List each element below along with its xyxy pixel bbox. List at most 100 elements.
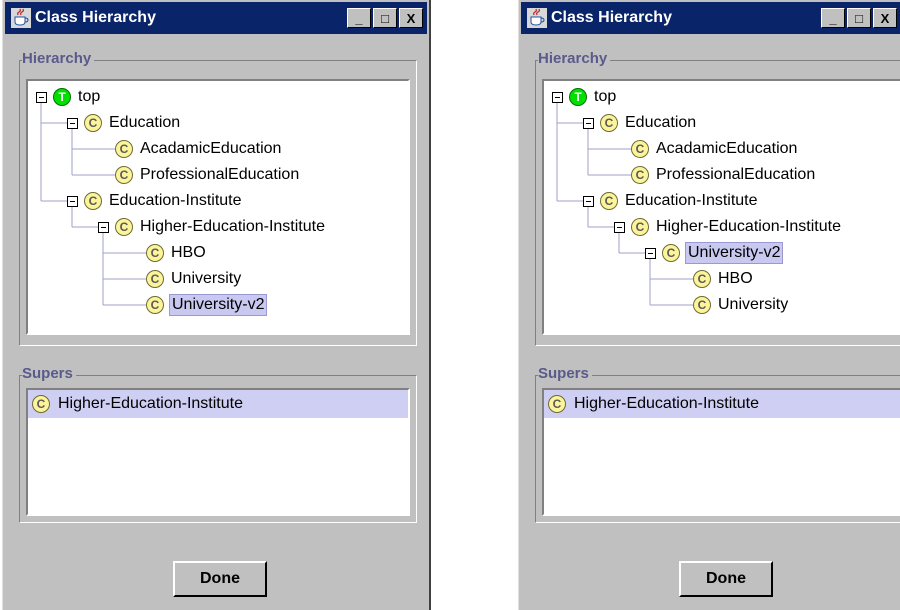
tree-node[interactable]: C University-v2 [645,241,784,265]
maximize-icon: □ [855,10,863,26]
tree-node-label: University [171,270,242,287]
tree-node[interactable]: C University-v2 [146,293,268,317]
tree-node-label: Education [625,114,697,131]
tree-node-label: ProfessionalEducation [656,166,816,183]
done-button[interactable]: Done [173,561,267,597]
minimize-button[interactable]: _ [347,8,371,28]
tree-node-label: HBO [171,244,206,261]
tree-node[interactable]: C Education-Institute [583,189,760,213]
tree-collapse-icon[interactable] [67,117,78,129]
class-c-icon: C [115,140,133,158]
hierarchy-group: Hierarchy Ttop C Education C AcadamicEducati… [535,50,900,346]
class-c-icon: C [631,166,649,184]
tree-node-label: Education [109,114,181,131]
tree-collapse-icon[interactable] [583,195,594,207]
class-c-icon: C [84,114,102,132]
tree-collapse-icon[interactable] [98,221,109,233]
tree-node-label: ProfessionalEducation [140,166,300,183]
tree-collapse-icon[interactable] [583,117,594,129]
tree-node[interactable]: C ProfessionalEducation [115,163,301,187]
tree-node[interactable]: C AcadamicEducation [631,137,799,161]
tree-node-label: AcadamicEducation [140,140,282,157]
tree-collapse-icon[interactable] [552,91,563,103]
tree-node[interactable]: C HBO [146,241,208,265]
hierarchy-tree[interactable]: Ttop C Education C AcadamicEducation C Profess… [542,79,900,335]
tree-node[interactable]: Ttop [36,85,102,109]
supers-list[interactable]: C Higher-Education-Institute [542,388,900,516]
tree-node[interactable]: C Higher-Education-Institute [614,215,843,239]
close-icon: X [406,10,416,26]
tree-collapse-icon[interactable] [645,247,656,259]
class-c-icon: C [84,192,102,210]
hierarchy-group-title: Hierarchy [538,50,611,68]
super-label: Higher-Education-Institute [58,395,243,412]
class-c-icon: C [600,114,618,132]
super-label: Higher-Education-Institute [574,395,759,412]
java-coffee-cup-icon [527,8,547,28]
tree-node[interactable]: C University [693,293,790,317]
top-t-icon: T [53,88,71,106]
maximize-button[interactable]: □ [847,8,871,28]
supers-group-title: Supers [22,365,76,383]
title-bar-controls: _ □ X [347,8,423,28]
supers-list[interactable]: C Higher-Education-Institute [26,388,410,516]
class-c-icon: C [600,192,618,210]
tree-node-label: University-v2 [685,242,784,264]
title-bar[interactable]: Class Hierarchy _ □ X [521,2,900,34]
hierarchy-group: Hierarchy Ttop C Education C AcadamicEducati… [19,50,417,346]
supers-group: Supers C Higher-Education-Institute [535,365,900,523]
window-title: Class Hierarchy [551,9,672,26]
tree-collapse-icon[interactable] [36,91,47,103]
class-c-icon: C [32,395,50,413]
class-c-icon: C [693,296,711,314]
tree-node[interactable]: Ttop [552,85,618,109]
top-t-icon: T [569,88,587,106]
maximize-icon: □ [381,10,389,26]
list-item[interactable]: C Higher-Education-Institute [28,390,408,418]
tree-node-label: University [718,296,789,313]
class-c-icon: C [115,166,133,184]
tree-node-label: AcadamicEducation [656,140,798,157]
class-c-icon: C [146,296,164,314]
class-c-icon: C [631,140,649,158]
supers-group: Supers C Higher-Education-Institute [19,365,417,523]
close-button[interactable]: X [873,8,897,28]
java-coffee-cup-icon [11,8,31,28]
hierarchy-tree[interactable]: Ttop C Education C AcadamicEducation C Profess… [26,79,410,335]
title-bar[interactable]: Class Hierarchy _ □ X [5,2,427,34]
list-item[interactable]: C Higher-Education-Institute [544,390,900,418]
class-c-icon: C [548,395,566,413]
class-c-icon: C [115,218,133,236]
maximize-button[interactable]: □ [373,8,397,28]
class-c-icon: C [146,270,164,288]
minimize-icon: _ [355,10,363,26]
class-hierarchy-window-right: Class Hierarchy _ □ X Hierarchy Ttop C Edu… [518,0,900,610]
tree-node-label: top [78,88,101,105]
tree-node[interactable]: C Higher-Education-Institute [98,215,327,239]
tree-collapse-icon[interactable] [67,195,78,207]
title-bar-controls: _ □ X [821,8,897,28]
tree-node[interactable]: C Education-Institute [67,189,244,213]
done-button[interactable]: Done [679,561,773,597]
tree-node[interactable]: C University [146,267,243,291]
tree-node[interactable]: C AcadamicEducation [115,137,283,161]
tree-node-label: Education-Institute [625,192,758,209]
tree-node[interactable]: C HBO [693,267,755,291]
class-c-icon: C [693,270,711,288]
tree-node-label: top [594,88,617,105]
tree-node[interactable]: C ProfessionalEducation [631,163,817,187]
minimize-button[interactable]: _ [821,8,845,28]
close-icon: X [880,10,890,26]
hierarchy-group-title: Hierarchy [22,50,95,68]
window-title: Class Hierarchy [35,9,156,26]
minimize-icon: _ [829,10,837,26]
tree-node[interactable]: C Education [67,111,182,135]
class-c-icon: C [146,244,164,262]
tree-node-label: University-v2 [169,294,268,316]
tree-node-label: HBO [718,270,753,287]
close-button[interactable]: X [399,8,423,28]
class-c-icon: C [662,244,680,262]
tree-node[interactable]: C Education [583,111,698,135]
class-c-icon: C [631,218,649,236]
tree-collapse-icon[interactable] [614,221,625,233]
